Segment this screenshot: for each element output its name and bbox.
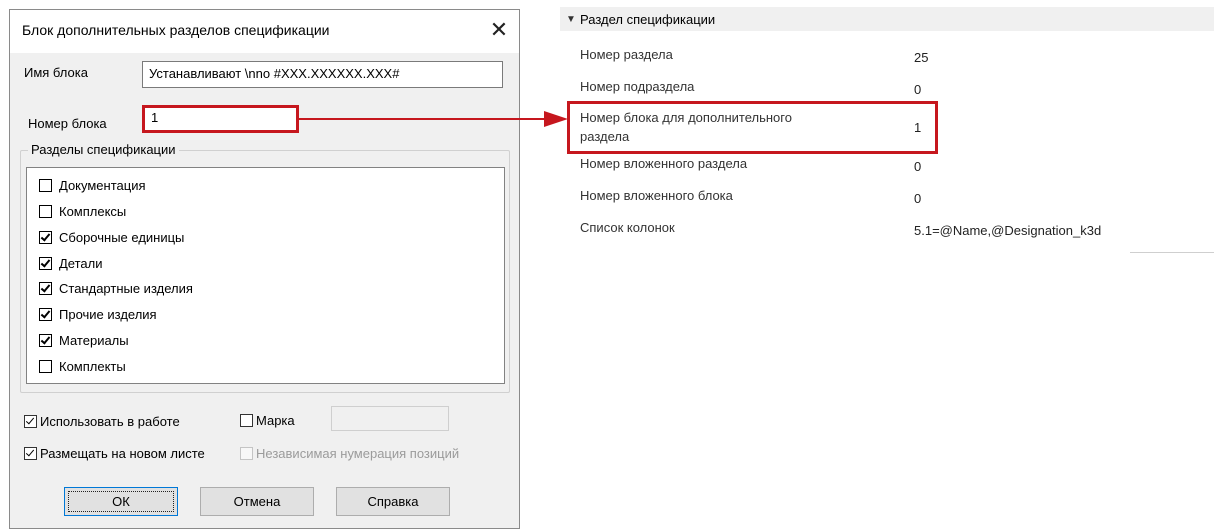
place-new-sheet-option[interactable]: Размещать на новом листе: [24, 446, 205, 461]
ok-focus-rect: [68, 491, 174, 512]
dialog-titlebar: Блок дополнительных разделов спецификаци…: [10, 10, 519, 53]
block-name-field[interactable]: Устанавливают \nnо #XXX.XXXXXX.XXX#: [142, 61, 503, 88]
cancel-button[interactable]: Отмена: [200, 487, 314, 516]
help-button[interactable]: Справка: [336, 487, 450, 516]
use-in-work-option[interactable]: Использовать в работе: [24, 414, 180, 429]
section-item-label: Комплекты: [59, 358, 126, 374]
prop-name-nested-section-number: Номер вложенного раздела: [580, 156, 748, 171]
sections-group-label: Разделы спецификации: [28, 142, 179, 157]
divider: [1130, 252, 1214, 253]
section-checkbox[interactable]: [39, 230, 52, 244]
section-checkbox[interactable]: [39, 256, 52, 270]
properties-panel: ▼ Раздел спецификации Номер раздела 25 Н…: [560, 7, 1214, 307]
cancel-button-label: Отмена: [233, 494, 281, 509]
help-button-label: Справка: [367, 494, 419, 509]
mark-option[interactable]: Марка: [240, 413, 295, 428]
chevron-down-icon[interactable]: ▼: [566, 14, 576, 25]
sections-list[interactable]: Документация Комплексы Сборочные единицы…: [26, 167, 505, 384]
mark-label: Марка: [256, 413, 295, 428]
spec-section-header[interactable]: ▼ Раздел спецификации: [560, 7, 1214, 31]
section-item-label: Комплексы: [59, 203, 127, 219]
use-in-work-label: Использовать в работе: [40, 414, 180, 429]
close-icon[interactable]: ✕: [482, 13, 516, 47]
prop-name-section-number: Номер раздела: [580, 47, 673, 62]
section-item-label: Материалы: [59, 332, 129, 348]
mark-checkbox[interactable]: [240, 414, 253, 427]
mark-field[interactable]: [331, 406, 449, 431]
section-checkbox[interactable]: [39, 333, 52, 347]
section-item-kits[interactable]: Комплекты: [39, 355, 126, 377]
independent-numbering-option[interactable]: Независимая нумерация позиций: [240, 446, 459, 461]
section-item-label: Прочие изделия: [59, 306, 157, 322]
independent-numbering-label: Независимая нумерация позиций: [256, 446, 460, 461]
spec-section-title: Раздел спецификации: [580, 11, 716, 27]
section-item-materials[interactable]: Материалы: [39, 329, 129, 351]
use-in-work-checkbox[interactable]: [24, 415, 37, 428]
section-checkbox[interactable]: [39, 359, 52, 373]
section-checkbox[interactable]: [39, 281, 52, 295]
prop-name-column-list: Список колонок: [580, 220, 675, 235]
section-item-label: Сборочные единицы: [59, 229, 185, 245]
place-new-sheet-label: Размещать на новом листе: [40, 446, 205, 461]
section-item-complexes[interactable]: Комплексы: [39, 200, 126, 222]
prop-value-subsection-number[interactable]: 0: [914, 82, 921, 97]
block-number-field[interactable]: 1: [142, 105, 299, 133]
section-item-label: Детали: [59, 255, 103, 271]
section-item-other-products[interactable]: Прочие изделия: [39, 303, 157, 325]
prop-name-nested-block-number: Номер вложенного блока: [580, 188, 733, 203]
section-item-assemblies[interactable]: Сборочные единицы: [39, 226, 184, 248]
prop-value-column-list[interactable]: 5.1=@Name,@Designation_k3d: [914, 223, 1101, 238]
place-new-sheet-checkbox[interactable]: [24, 447, 37, 460]
prop-value-nested-section-number[interactable]: 0: [914, 159, 921, 174]
ok-button[interactable]: ОК: [64, 487, 178, 516]
section-item-parts[interactable]: Детали: [39, 252, 103, 274]
section-item-standard-products[interactable]: Стандартные изделия: [39, 277, 193, 299]
independent-numbering-checkbox[interactable]: [240, 447, 253, 460]
section-checkbox[interactable]: [39, 204, 52, 218]
section-checkbox[interactable]: [39, 307, 52, 321]
dialog-title: Блок дополнительных разделов спецификаци…: [22, 22, 330, 38]
prop-value-nested-block-number[interactable]: 0: [914, 191, 921, 206]
prop-value-section-number[interactable]: 25: [914, 50, 928, 65]
prop-name-subsection-number: Номер подраздела: [580, 79, 695, 94]
block-number-label: Номер блока: [28, 116, 107, 131]
block-name-label: Имя блока: [24, 65, 88, 80]
spec-block-dialog: Блок дополнительных разделов спецификаци…: [9, 9, 520, 529]
section-item-label: Стандартные изделия: [59, 280, 193, 296]
section-checkbox[interactable]: [39, 178, 52, 192]
section-item-label: Документация: [59, 177, 146, 193]
highlight-box: [567, 101, 938, 154]
section-item-documentation[interactable]: Документация: [39, 174, 146, 196]
